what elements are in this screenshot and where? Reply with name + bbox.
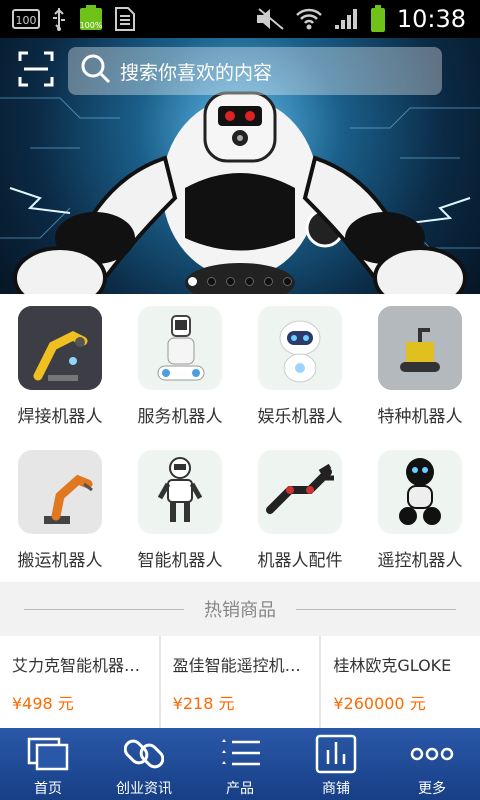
banner-dot[interactable] bbox=[283, 277, 292, 286]
mute-icon bbox=[255, 7, 285, 31]
search-input[interactable]: 搜索你喜欢的内容 bbox=[68, 47, 442, 95]
remote-robot-icon bbox=[378, 450, 462, 534]
handling-robot-icon bbox=[18, 450, 102, 534]
product-list: 艾力克智能机器人可对话 ¥498 元 盈佳智能遥控机器人 ¥218 元 桂林欧克… bbox=[0, 636, 480, 728]
svg-text:100: 100 bbox=[16, 14, 37, 27]
battery-full-icon: 100% bbox=[78, 4, 104, 34]
category-label: 搬运机器人 bbox=[17, 551, 103, 571]
search-bar-row: 搜索你喜欢的内容 bbox=[0, 46, 480, 96]
status-bar: 100 100% 10:38 bbox=[0, 0, 480, 38]
bottom-nav: 首页 创业资讯 产品 商铺 更多 bbox=[0, 728, 480, 800]
usb-icon bbox=[50, 6, 68, 32]
home-icon bbox=[26, 734, 70, 774]
banner-dot[interactable] bbox=[245, 277, 254, 286]
product-price: ¥498 元 bbox=[12, 694, 74, 713]
service-robot-icon bbox=[138, 306, 222, 390]
entertainment-robot-icon bbox=[258, 306, 342, 390]
tab-label: 首页 bbox=[34, 781, 62, 797]
category-label: 特种机器人 bbox=[377, 407, 463, 427]
category-label: 智能机器人 bbox=[137, 551, 223, 571]
tab-products[interactable]: 产品 bbox=[192, 728, 288, 800]
category-label: 服务机器人 bbox=[137, 407, 223, 427]
link-icon bbox=[124, 734, 164, 774]
tab-label: 产品 bbox=[226, 781, 254, 797]
product-price: ¥260000 元 bbox=[333, 694, 426, 713]
category-service-robot[interactable]: 服务机器人 bbox=[120, 294, 240, 438]
product-name: 桂林欧克GLOKE bbox=[333, 656, 452, 675]
tab-more[interactable]: 更多 bbox=[384, 728, 480, 800]
search-icon bbox=[80, 53, 112, 89]
tab-label: 创业资讯 bbox=[116, 781, 172, 797]
divider bbox=[296, 608, 456, 610]
category-welding-robot[interactable]: 焊接机器人 bbox=[0, 294, 120, 438]
product-card[interactable]: 艾力克智能机器人可对话 ¥498 元 bbox=[0, 636, 159, 728]
search-placeholder: 搜索你喜欢的内容 bbox=[120, 61, 273, 84]
category-label: 娱乐机器人 bbox=[257, 407, 343, 427]
welding-robot-icon bbox=[18, 306, 102, 390]
chart-icon bbox=[315, 734, 357, 774]
category-label: 机器人配件 bbox=[257, 551, 343, 571]
banner-dot[interactable] bbox=[264, 277, 273, 286]
robot-parts-icon bbox=[258, 450, 342, 534]
category-label: 遥控机器人 bbox=[377, 551, 463, 571]
category-special-robot[interactable]: 特种机器人 bbox=[360, 294, 480, 438]
category-remote-robot[interactable]: 遥控机器人 bbox=[360, 438, 480, 582]
section-header-hot: 热销商品 bbox=[0, 582, 480, 636]
smart-robot-icon bbox=[138, 450, 222, 534]
divider bbox=[24, 608, 184, 610]
hero-banner[interactable]: 搜索你喜欢的内容 bbox=[0, 38, 480, 294]
more-icon bbox=[410, 734, 454, 774]
list-icon bbox=[218, 734, 262, 774]
product-card[interactable]: 桂林欧克GLOKE ¥260000 元 bbox=[321, 636, 480, 728]
scan-icon bbox=[16, 49, 56, 93]
tab-news[interactable]: 创业资讯 bbox=[96, 728, 192, 800]
banner-dot[interactable] bbox=[207, 277, 216, 286]
category-handling-robot[interactable]: 搬运机器人 bbox=[0, 438, 120, 582]
category-smart-robot[interactable]: 智能机器人 bbox=[120, 438, 240, 582]
battery-icon bbox=[369, 4, 387, 34]
category-robot-parts[interactable]: 机器人配件 bbox=[240, 438, 360, 582]
clock: 10:38 bbox=[396, 5, 466, 33]
product-card[interactable]: 盈佳智能遥控机器人 ¥218 元 bbox=[160, 636, 320, 728]
banner-dot[interactable] bbox=[226, 277, 235, 286]
signal-icon bbox=[333, 7, 359, 31]
special-robot-icon bbox=[378, 306, 462, 390]
section-title: 热销商品 bbox=[204, 600, 276, 621]
product-name: 盈佳智能遥控机器人 bbox=[172, 656, 310, 675]
category-label: 焊接机器人 bbox=[17, 407, 103, 427]
product-name: 艾力克智能机器人可对话 bbox=[12, 656, 149, 675]
svg-text:100%: 100% bbox=[80, 21, 103, 30]
storage-icon bbox=[114, 6, 136, 32]
tab-home[interactable]: 首页 bbox=[0, 728, 96, 800]
category-entertainment-robot[interactable]: 娱乐机器人 bbox=[240, 294, 360, 438]
tab-label: 商铺 bbox=[322, 781, 350, 797]
tab-shop[interactable]: 商铺 bbox=[288, 728, 384, 800]
wifi-icon bbox=[295, 7, 323, 31]
scan-button[interactable] bbox=[10, 47, 62, 95]
tab-label: 更多 bbox=[418, 781, 446, 797]
product-price: ¥218 元 bbox=[172, 694, 235, 713]
battery-saver-icon: 100 bbox=[12, 8, 40, 30]
category-grid: 焊接机器人 服务机器人 娱乐机器人 特种机器人 搬运机器人 智能机器人 机器人配… bbox=[0, 294, 480, 582]
banner-pagination bbox=[0, 277, 480, 286]
banner-dot[interactable] bbox=[188, 277, 197, 286]
